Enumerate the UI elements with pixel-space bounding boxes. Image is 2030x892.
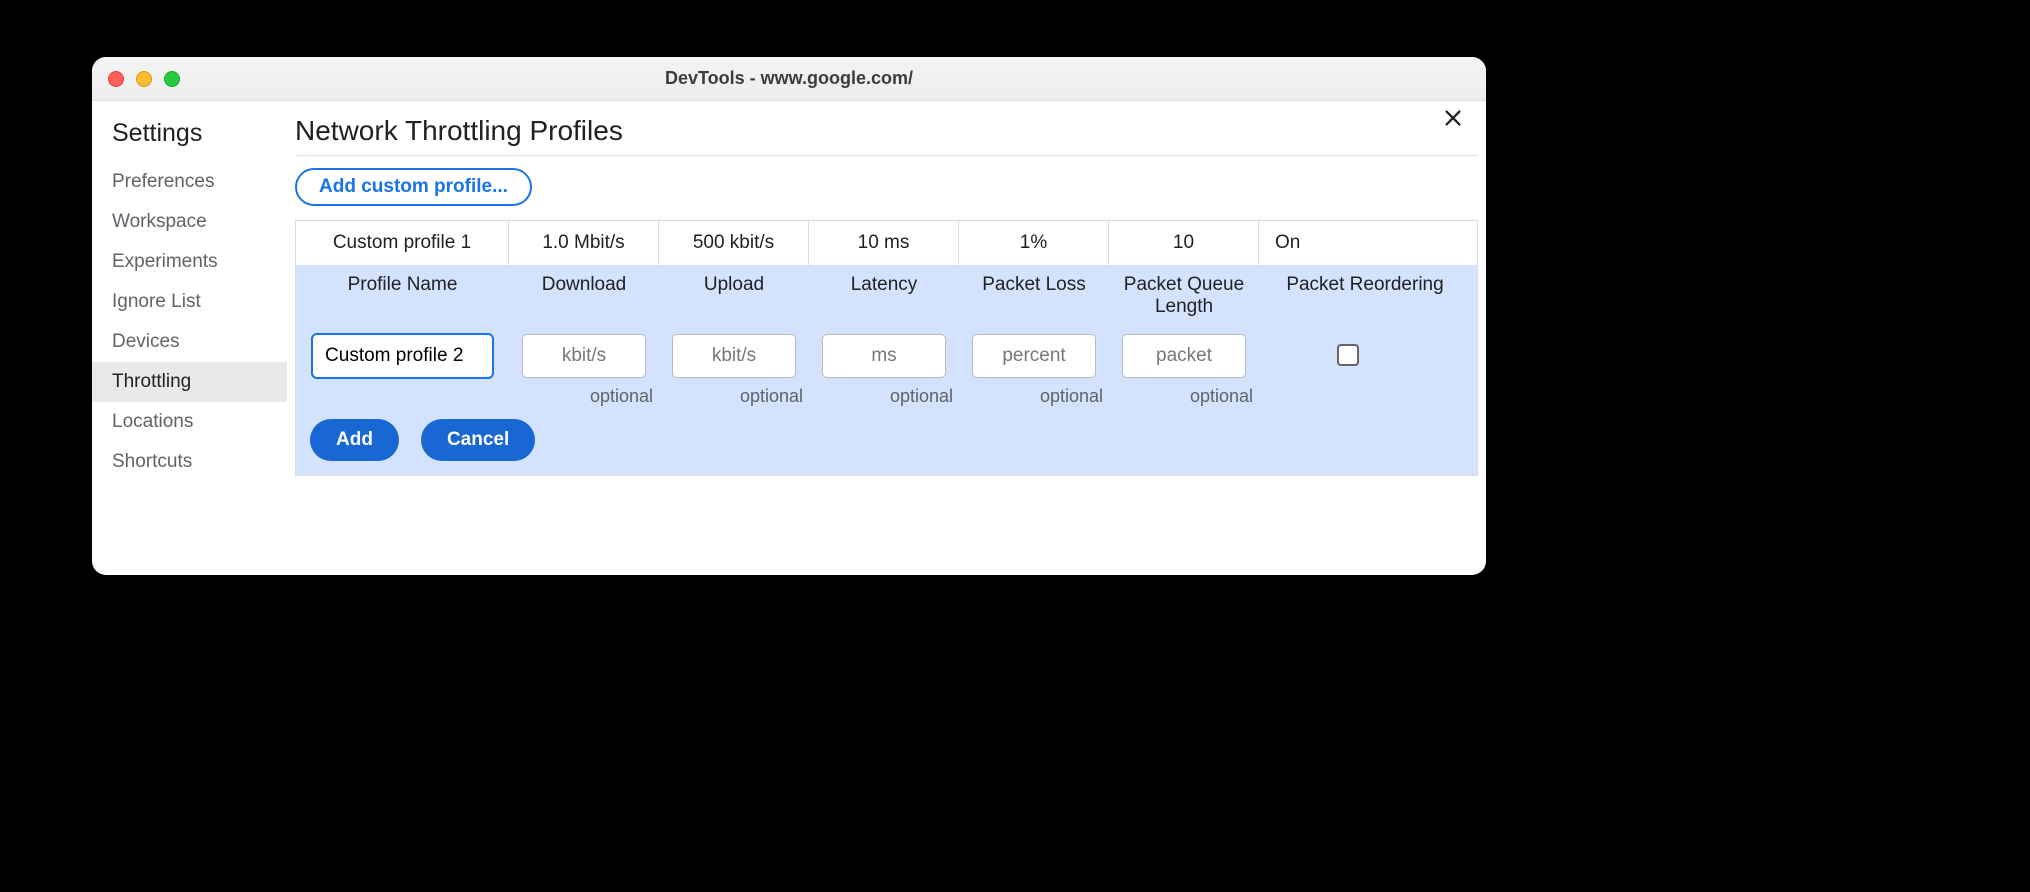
sidebar-item-throttling[interactable]: Throttling	[92, 362, 287, 402]
profiles-table: Custom profile 1 1.0 Mbit/s 500 kbit/s 1…	[295, 220, 1478, 476]
sidebar-item-devices[interactable]: Devices	[92, 322, 287, 362]
hint-latency: optional	[809, 386, 959, 411]
close-settings-button[interactable]	[1442, 107, 1464, 135]
header-latency: Latency	[809, 266, 959, 326]
header-packet-loss: Packet Loss	[959, 266, 1109, 326]
devtools-window: DevTools - www.google.com/ Settings Pref…	[92, 57, 1486, 575]
header-upload: Upload	[659, 266, 809, 326]
cell-queue-length: 10	[1109, 221, 1259, 265]
cell-packet-loss: 1%	[959, 221, 1109, 265]
add-button[interactable]: Add	[310, 419, 399, 461]
profile-editor: Profile Name Download Upload Latency Pac…	[296, 265, 1477, 475]
cell-upload: 500 kbit/s	[659, 221, 809, 265]
upload-input[interactable]	[672, 334, 796, 378]
sidebar-item-preferences[interactable]: Preferences	[92, 162, 287, 202]
table-row[interactable]: Custom profile 1 1.0 Mbit/s 500 kbit/s 1…	[296, 221, 1477, 265]
sidebar-item-ignore-list[interactable]: Ignore List	[92, 282, 287, 322]
cell-name: Custom profile 1	[296, 221, 509, 265]
header-queue-length: Packet Queue Length	[1109, 266, 1259, 326]
add-custom-profile-button[interactable]: Add custom profile...	[295, 168, 532, 206]
hint-upload: optional	[659, 386, 809, 411]
download-input[interactable]	[522, 334, 646, 378]
settings-content: Settings Preferences Workspace Experimen…	[92, 101, 1486, 575]
editor-headers: Profile Name Download Upload Latency Pac…	[296, 266, 1477, 326]
zoom-window-button[interactable]	[164, 71, 180, 87]
profile-name-input[interactable]	[312, 334, 493, 378]
editor-buttons: Add Cancel	[296, 411, 1477, 475]
settings-main: Network Throttling Profiles Add custom p…	[287, 101, 1486, 575]
window-title: DevTools - www.google.com/	[92, 68, 1486, 89]
hint-download: optional	[509, 386, 659, 411]
packet-loss-input[interactable]	[972, 334, 1096, 378]
header-reordering: Packet Reordering	[1259, 266, 1477, 326]
minimize-window-button[interactable]	[136, 71, 152, 87]
queue-length-input[interactable]	[1122, 334, 1246, 378]
editor-inputs	[296, 326, 1477, 386]
editor-hints: optional optional optional optional opti…	[296, 386, 1477, 411]
cell-latency: 10 ms	[809, 221, 959, 265]
cell-reordering: On	[1259, 221, 1477, 265]
reordering-checkbox[interactable]	[1337, 344, 1359, 366]
settings-sidebar: Settings Preferences Workspace Experimen…	[92, 101, 287, 575]
window-controls	[108, 71, 180, 87]
cancel-button[interactable]: Cancel	[421, 419, 535, 461]
hint-queue-length: optional	[1109, 386, 1259, 411]
cell-download: 1.0 Mbit/s	[509, 221, 659, 265]
sidebar-item-experiments[interactable]: Experiments	[92, 242, 287, 282]
header-download: Download	[509, 266, 659, 326]
sidebar-item-locations[interactable]: Locations	[92, 402, 287, 442]
close-icon	[1442, 107, 1464, 129]
header-name: Profile Name	[296, 266, 509, 326]
titlebar: DevTools - www.google.com/	[92, 57, 1486, 101]
sidebar-item-shortcuts[interactable]: Shortcuts	[92, 442, 287, 482]
page-title: Network Throttling Profiles	[295, 115, 1478, 156]
sidebar-heading: Settings	[92, 113, 287, 162]
close-window-button[interactable]	[108, 71, 124, 87]
sidebar-item-workspace[interactable]: Workspace	[92, 202, 287, 242]
hint-packet-loss: optional	[959, 386, 1109, 411]
latency-input[interactable]	[822, 334, 946, 378]
